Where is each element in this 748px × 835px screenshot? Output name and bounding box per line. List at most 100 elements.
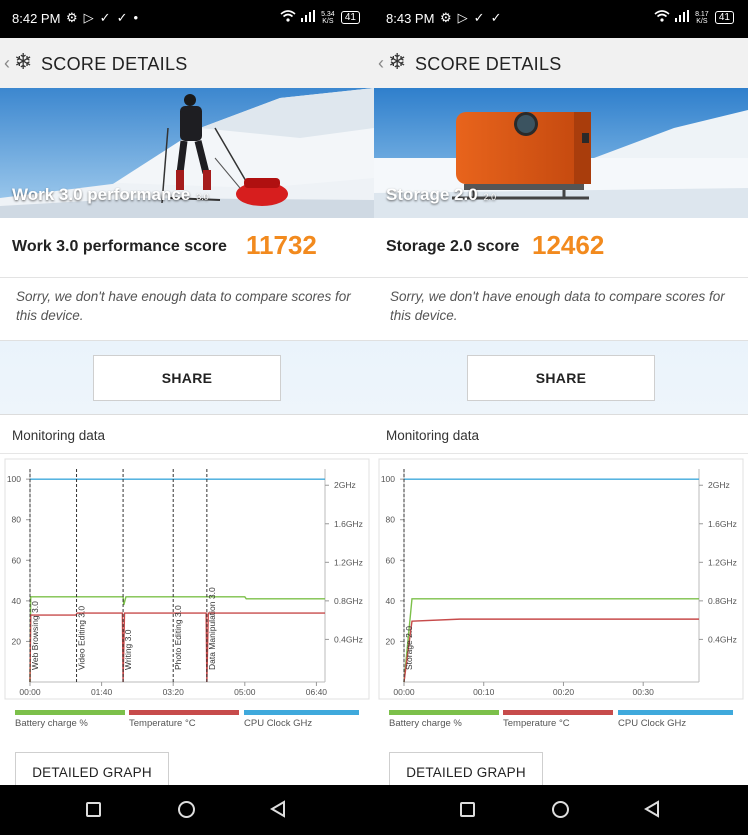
gear-icon: ⚙	[440, 10, 452, 25]
chart-frame	[378, 458, 744, 700]
legend-swatch-battery	[15, 710, 125, 715]
wifi-icon	[280, 10, 296, 25]
y2-tick-label: 0.4GHz	[708, 634, 737, 644]
title-bar: ‹ ❄ SCORE DETAILS	[374, 38, 748, 88]
y2-tick-label: 2GHz	[708, 480, 730, 490]
share-area: SHARE	[374, 341, 748, 414]
recents-icon[interactable]	[460, 802, 475, 817]
legend-swatch-temperature	[503, 710, 613, 715]
recents-icon[interactable]	[86, 802, 101, 817]
monitoring-chart-area: 100 80 60 40 20 2GHz 1.6GHz 1.2GHz 0.8GHz 0.4GHz 0…	[374, 454, 748, 792]
test-marker-label: Writing 3.0	[123, 629, 133, 670]
net-speed-unit: K/S	[322, 17, 334, 25]
monitoring-header: Monitoring data	[374, 414, 748, 454]
y-tick-label: 40	[386, 596, 396, 606]
y2-tick-label: 0.4GHz	[334, 634, 363, 644]
legend-cpu: CPU Clock GHz	[618, 710, 733, 729]
net-speed-value: 5.34	[321, 10, 335, 18]
y-tick-label: 80	[12, 515, 22, 525]
y-tick-label: 60	[386, 555, 396, 565]
hero-caption-version: 2.0	[483, 192, 497, 202]
legend-label-temperature: Temperature °C	[129, 718, 196, 729]
status-icons-right: 8.17 K/S 41	[654, 10, 734, 25]
y2-tick-label: 1.6GHz	[334, 519, 363, 529]
score-label: Work 3.0 performance score	[12, 238, 227, 255]
wifi-icon	[654, 10, 670, 25]
y-tick-label: 20	[12, 636, 22, 646]
legend-swatch-battery	[389, 710, 499, 715]
status-icons-left: ⚙ ▷ ✓ ✓ •	[66, 10, 138, 26]
monitoring-chart: 100 80 60 40 20 2GHz 1.6GHz 1.2GHz 0.8GHz 0.4GHz 0…	[378, 458, 744, 700]
y2-tick-label: 1.2GHz	[708, 557, 737, 567]
comparison-notice: Sorry, we don't have enough data to comp…	[374, 278, 748, 341]
hero-caption: Storage 2.0 2.0	[386, 185, 496, 205]
monitoring-chart: 100 80 60 40 20 2GHz 1.6GHz 1.2GHz 0.8GHz 0.4GHz 0…	[4, 458, 370, 700]
score-label: Storage 2.0 score	[386, 238, 520, 255]
status-time: 8:42 PM	[12, 11, 61, 26]
legend-label-battery: Battery charge %	[15, 718, 88, 729]
test-marker-label: Video Editing 3.0	[77, 606, 87, 670]
comparison-notice: Sorry, we don't have enough data to comp…	[0, 278, 374, 341]
legend-label-battery: Battery charge %	[389, 718, 462, 729]
y2-tick-label: 1.6GHz	[708, 519, 737, 529]
page-title: SCORE DETAILS	[415, 54, 562, 74]
play-icon: ▷	[457, 10, 468, 25]
nav-bar	[374, 785, 748, 835]
share-area: SHARE	[0, 341, 374, 414]
net-speed-value: 8.17	[695, 10, 709, 18]
battery-icon: 41	[714, 11, 734, 24]
test-marker-label: Web Browsing 3.0	[30, 601, 40, 670]
panel-storage: 8:43 PM ⚙ ▷ ✓ ✓ 8.17 K/S 41 ‹ ❄ SCORE DE…	[374, 0, 748, 835]
y-tick-label: 100	[381, 474, 395, 484]
monitoring-title: Monitoring data	[12, 428, 106, 443]
legend-label-cpu: CPU Clock GHz	[244, 718, 313, 729]
y2-tick-label: 0.8GHz	[334, 596, 363, 606]
hero-caption-text: Work 3.0 performance	[12, 185, 191, 204]
panel-work: 8:42 PM ⚙ ▷ ✓ ✓ • 5.34 K/S 41 ‹ ❄ SCORE …	[0, 0, 374, 835]
net-speed: 5.34 K/S	[320, 11, 336, 25]
title-bar: ‹ ❄ SCORE DETAILS	[0, 38, 374, 88]
back-icon[interactable]	[270, 800, 286, 823]
page-title: SCORE DETAILS	[41, 54, 188, 74]
legend-cpu: CPU Clock GHz	[244, 710, 359, 729]
legend-label-temperature: Temperature °C	[503, 718, 570, 729]
monitoring-header: Monitoring data	[0, 414, 374, 454]
x-tick-label: 00:10	[473, 687, 495, 697]
check-icon: ✓	[490, 10, 502, 25]
share-button[interactable]: SHARE	[467, 355, 655, 401]
legend-swatch-cpu	[618, 710, 733, 715]
hero-caption: Work 3.0 performance 3.0	[12, 185, 209, 205]
legend-temperature: Temperature °C	[503, 710, 613, 729]
y2-tick-label: 2GHz	[334, 480, 356, 490]
monitoring-chart-area: 100 80 60 40 20 2GHz 1.6GHz 1.2GHz 0.8GHz 0.4GHz 0…	[0, 454, 374, 792]
status-icons-right: 5.34 K/S 41	[280, 10, 360, 25]
legend-label-cpu: CPU Clock GHz	[618, 718, 687, 729]
status-icons-left: ⚙ ▷ ✓ ✓	[440, 10, 501, 26]
status-bar: 8:42 PM ⚙ ▷ ✓ ✓ • 5.34 K/S 41	[0, 0, 374, 38]
monitoring-title: Monitoring data	[386, 428, 480, 443]
legend-battery: Battery charge %	[15, 710, 125, 729]
x-tick-label: 00:30	[633, 687, 655, 697]
score-value: 11732	[246, 230, 317, 260]
battery-icon: 41	[340, 11, 360, 24]
back-chevron-icon[interactable]: ‹	[4, 53, 10, 74]
legend-temperature: Temperature °C	[129, 710, 239, 729]
hero-image-skier: Work 3.0 performance 3.0	[0, 88, 374, 218]
nav-bar	[0, 785, 374, 835]
y-tick-label: 20	[386, 636, 396, 646]
legend-swatch-cpu	[244, 710, 359, 715]
x-tick-label: 01:40	[91, 687, 113, 697]
x-tick-label: 00:20	[553, 687, 575, 697]
back-icon[interactable]	[644, 800, 660, 823]
back-chevron-icon[interactable]: ‹	[378, 53, 384, 74]
test-marker-label: Data Manipulation 3.0	[207, 587, 217, 670]
y-tick-label: 80	[386, 515, 396, 525]
x-tick-label: 03:20	[163, 687, 185, 697]
home-icon[interactable]	[552, 801, 569, 818]
hero-caption-text: Storage 2.0	[386, 185, 478, 204]
net-speed-unit: K/S	[696, 17, 708, 25]
y2-tick-label: 1.2GHz	[334, 557, 363, 567]
share-button[interactable]: SHARE	[93, 355, 281, 401]
hero-caption-version: 3.0	[196, 192, 209, 202]
home-icon[interactable]	[178, 801, 195, 818]
